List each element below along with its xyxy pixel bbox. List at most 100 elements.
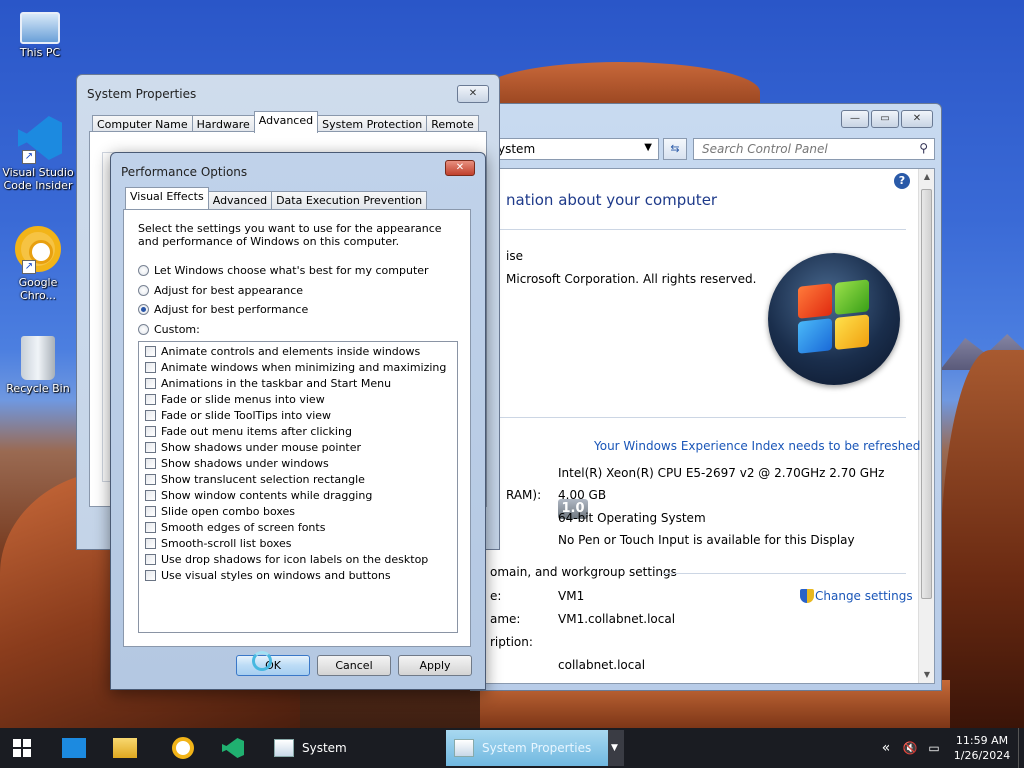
change-settings-link[interactable]: Change settings (815, 589, 913, 603)
scroll-up-icon[interactable]: ▲ (919, 169, 935, 185)
checkbox[interactable] (145, 474, 156, 485)
apply-button[interactable]: Apply (398, 655, 472, 676)
effect-checkbox[interactable]: Smooth-scroll list boxes (145, 537, 292, 550)
show-desktop-button[interactable] (1018, 728, 1024, 768)
taskbar-vscode-button[interactable] (222, 728, 244, 768)
desktop-icon-vscode-insider[interactable]: ↗ Visual Studio Code Insider (0, 116, 76, 192)
close-button[interactable]: ✕ (457, 85, 489, 103)
checkbox[interactable] (145, 458, 156, 469)
effect-label: Fade or slide menus into view (161, 393, 325, 406)
taskbar-system-button[interactable]: System (266, 730, 442, 766)
busy-cursor-icon (252, 651, 272, 671)
shortcut-arrow-icon: ↗ (22, 260, 36, 274)
dialog-title: System Properties (87, 87, 197, 101)
effect-label: Smooth edges of screen fonts (161, 521, 326, 534)
radio-button[interactable] (138, 265, 149, 276)
system-type-value: 64-bit Operating System (558, 511, 706, 525)
system-window: — ▭ ✕ ystem ▼ ⇆ Search Control Panel ⚲ ?… (470, 103, 942, 691)
checkbox[interactable] (145, 378, 156, 389)
close-button[interactable]: ✕ (445, 160, 475, 176)
search-icon[interactable]: ⚲ (919, 141, 928, 155)
scroll-down-icon[interactable]: ▼ (919, 667, 935, 683)
radio-button[interactable] (138, 324, 149, 335)
effect-checkbox[interactable]: Show shadows under mouse pointer (145, 441, 361, 454)
checkbox[interactable] (145, 362, 156, 373)
desktop-icon (62, 738, 86, 758)
desktop-icon-this-pc[interactable]: This PC (2, 6, 78, 59)
effect-label: Animate windows when minimizing and maxi… (161, 361, 447, 374)
checkbox[interactable] (145, 346, 156, 357)
effect-checkbox[interactable]: Slide open combo boxes (145, 505, 295, 518)
clock[interactable]: 11:59 AM 1/26/2024 (946, 733, 1018, 763)
radio-best-performance[interactable]: Adjust for best performance (138, 303, 308, 316)
effect-label: Animate controls and elements inside win… (161, 345, 421, 358)
cancel-button[interactable]: Cancel (317, 655, 391, 676)
radio-custom[interactable]: Custom: (138, 323, 200, 336)
minimize-button[interactable]: — (841, 110, 869, 128)
effect-label: Animations in the taskbar and Start Menu (161, 377, 392, 390)
vertical-scrollbar[interactable]: ▲ ▼ (918, 169, 934, 683)
effect-label: Show shadows under windows (161, 457, 329, 470)
checkbox[interactable] (145, 570, 156, 581)
radio-button-selected[interactable] (138, 304, 149, 315)
effect-checkbox[interactable]: Show window contents while dragging (145, 489, 372, 502)
tab-data-execution-prevention[interactable]: Data Execution Prevention (271, 191, 428, 209)
close-button[interactable]: ✕ (901, 110, 933, 128)
effect-checkbox[interactable]: Animate controls and elements inside win… (145, 345, 420, 358)
desktop-icon-recycle-bin[interactable]: Recycle Bin (0, 336, 76, 395)
radio-best-appearance[interactable]: Adjust for best appearance (138, 284, 303, 297)
effect-checkbox[interactable]: Fade or slide menus into view (145, 393, 325, 406)
effect-label: Smooth-scroll list boxes (161, 537, 292, 550)
effect-checkbox[interactable]: Show translucent selection rectangle (145, 473, 365, 486)
effect-checkbox[interactable]: Animations in the taskbar and Start Menu (145, 377, 391, 390)
help-icon[interactable]: ? (894, 173, 910, 189)
effect-checkbox[interactable]: Animate windows when minimizing and maxi… (145, 361, 446, 374)
search-placeholder: Search Control Panel (702, 142, 828, 156)
effect-label: Show translucent selection rectangle (161, 473, 365, 486)
processor-value: Intel(R) Xeon(R) CPU E5-2697 v2 @ 2.70GH… (558, 466, 885, 480)
effect-checkbox[interactable]: Use visual styles on windows and buttons (145, 569, 391, 582)
effect-checkbox[interactable]: Show shadows under windows (145, 457, 329, 470)
tab-advanced[interactable]: Advanced (253, 111, 319, 133)
effect-checkbox[interactable]: Fade or slide ToolTips into view (145, 409, 331, 422)
show-hidden-icons-icon[interactable]: « (874, 740, 898, 756)
network-icon[interactable]: ▭ (922, 741, 946, 755)
page-heading: nation about your computer (506, 191, 718, 209)
checkbox[interactable] (145, 410, 156, 421)
desktop-icon-google-chrome[interactable]: ↗ Google Chro... (0, 226, 76, 302)
taskbar-desktop-button[interactable] (62, 728, 86, 768)
scroll-thumb[interactable] (921, 189, 932, 599)
checkbox[interactable] (145, 426, 156, 437)
clock-date: 1/26/2024 (953, 749, 1011, 762)
taskbar-chrome-button[interactable] (172, 728, 194, 768)
taskbar-button-label: System (302, 741, 347, 755)
checkbox[interactable] (145, 522, 156, 533)
address-bar[interactable]: ystem ▼ (491, 138, 659, 160)
checkbox[interactable] (145, 394, 156, 405)
visual-effects-panel: Select the settings you want to use for … (123, 209, 471, 647)
wei-refresh-link[interactable]: Your Windows Experience Index needs to b… (594, 439, 920, 453)
search-input[interactable]: Search Control Panel ⚲ (693, 138, 935, 160)
checkbox[interactable] (145, 490, 156, 501)
ok-button[interactable]: OK (236, 651, 310, 676)
tab-advanced[interactable]: Advanced (207, 191, 273, 209)
maximize-button[interactable]: ▭ (871, 110, 899, 128)
taskbar-group-chevron[interactable]: ▼ (608, 730, 624, 766)
chevron-down-icon[interactable]: ▼ (644, 142, 652, 153)
checkbox[interactable] (145, 506, 156, 517)
effect-checkbox[interactable]: Smooth edges of screen fonts (145, 521, 325, 534)
checkbox[interactable] (145, 554, 156, 565)
refresh-button[interactable]: ⇆ (663, 138, 687, 160)
taskbar-system-properties-button[interactable]: System Properties (446, 730, 608, 766)
radio-let-windows-choose[interactable]: Let Windows choose what's best for my co… (138, 264, 429, 277)
checkbox[interactable] (145, 442, 156, 453)
volume-muted-icon[interactable]: 🔇 (898, 741, 922, 755)
tab-visual-effects[interactable]: Visual Effects (125, 187, 209, 209)
effects-list[interactable]: Animate controls and elements inside win… (138, 341, 458, 633)
checkbox[interactable] (145, 538, 156, 549)
effect-checkbox[interactable]: Use drop shadows for icon labels on the … (145, 553, 428, 566)
radio-button[interactable] (138, 285, 149, 296)
effect-checkbox[interactable]: Fade out menu items after clicking (145, 425, 352, 438)
taskbar-file-explorer-button[interactable] (113, 728, 137, 768)
start-button[interactable] (12, 728, 36, 768)
